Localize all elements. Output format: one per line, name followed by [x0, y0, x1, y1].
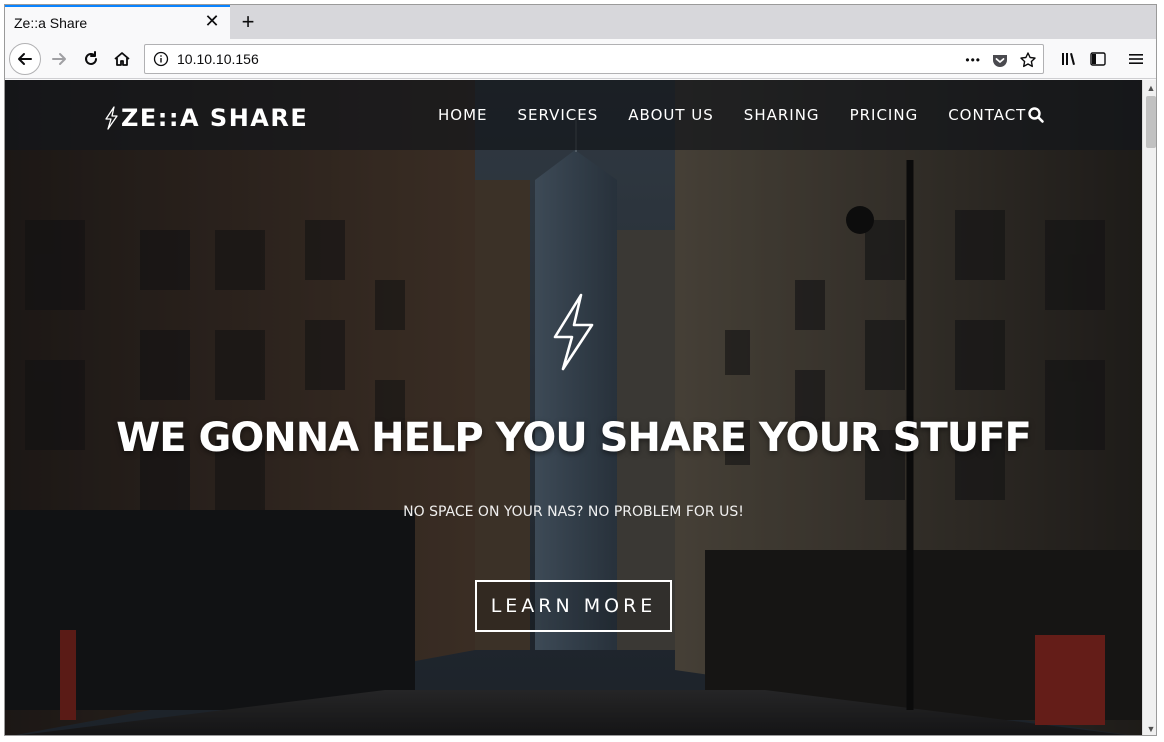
url-bar[interactable]: 10.10.10.156 •••: [144, 44, 1044, 74]
tab-bar: Ze::a Share ✕ +: [5, 5, 1156, 39]
nav-about-us[interactable]: ABOUT US: [613, 104, 729, 126]
back-button[interactable]: [9, 43, 41, 75]
scroll-up-arrow-icon[interactable]: ▲: [1146, 83, 1156, 93]
scroll-down-arrow-icon[interactable]: ▼: [1146, 724, 1156, 734]
main-nav: HOME SERVICES ABOUT US SHARING PRICING C…: [423, 104, 1041, 126]
brand-logo[interactable]: ZE::A SHARE: [103, 104, 308, 132]
library-icon: [1062, 53, 1075, 65]
lightning-hero-icon: [553, 293, 594, 371]
browser-window: Ze::a Share ✕ + 10.10.10.156 ••• ZE::A S…: [4, 4, 1157, 736]
reload-button[interactable]: [77, 45, 105, 73]
home-button[interactable]: [108, 45, 136, 73]
home-icon: [114, 52, 130, 66]
star-icon[interactable]: [1019, 51, 1037, 69]
back-icon: [18, 53, 32, 65]
nav-contact[interactable]: CONTACT: [933, 104, 1041, 126]
info-icon[interactable]: [153, 51, 169, 67]
forward-icon: [52, 53, 66, 65]
site-header: ZE::A SHARE HOME SERVICES ABOUT US SHARI…: [5, 80, 1142, 150]
menu-icon: [1129, 54, 1143, 64]
page-viewport: ZE::A SHARE HOME SERVICES ABOUT US SHARI…: [5, 80, 1142, 735]
lightning-icon: [105, 106, 118, 130]
nav-services[interactable]: SERVICES: [503, 104, 614, 126]
hero-title: WE GONNA HELP YOU SHARE YOUR STUFF: [116, 415, 1032, 461]
nav-home[interactable]: HOME: [423, 104, 503, 126]
tab-close-icon[interactable]: ✕: [203, 12, 221, 30]
nav-sharing[interactable]: SHARING: [729, 104, 835, 126]
menu-button[interactable]: [1122, 45, 1150, 73]
navigation-toolbar: 10.10.10.156 •••: [5, 39, 1156, 79]
nav-pricing[interactable]: PRICING: [835, 104, 934, 126]
page-scrollbar[interactable]: ▲ ▼: [1142, 80, 1156, 735]
url-text[interactable]: 10.10.10.156: [177, 51, 259, 67]
url-actions: •••: [965, 49, 1037, 71]
brand-name: ZE::A SHARE: [121, 104, 309, 132]
hero-subtitle: NO SPACE ON YOUR NAS? NO PROBLEM FOR US!: [403, 504, 744, 520]
library-button[interactable]: [1055, 45, 1083, 73]
scroll-thumb[interactable]: [1146, 96, 1156, 148]
search-icon[interactable]: [1027, 106, 1045, 124]
background-dim-overlay: [5, 80, 1142, 735]
pocket-icon[interactable]: [991, 51, 1009, 69]
reload-icon: [85, 51, 97, 65]
learn-more-button[interactable]: LEARN MORE: [475, 580, 672, 632]
sidebar-button[interactable]: [1084, 45, 1112, 73]
tab-active[interactable]: Ze::a Share ✕: [5, 5, 230, 39]
page-actions-icon[interactable]: •••: [965, 53, 981, 67]
new-tab-button[interactable]: +: [234, 8, 262, 36]
sidebar-icon: [1090, 52, 1106, 66]
forward-button[interactable]: [45, 45, 73, 73]
tab-title: Ze::a Share: [14, 15, 88, 31]
